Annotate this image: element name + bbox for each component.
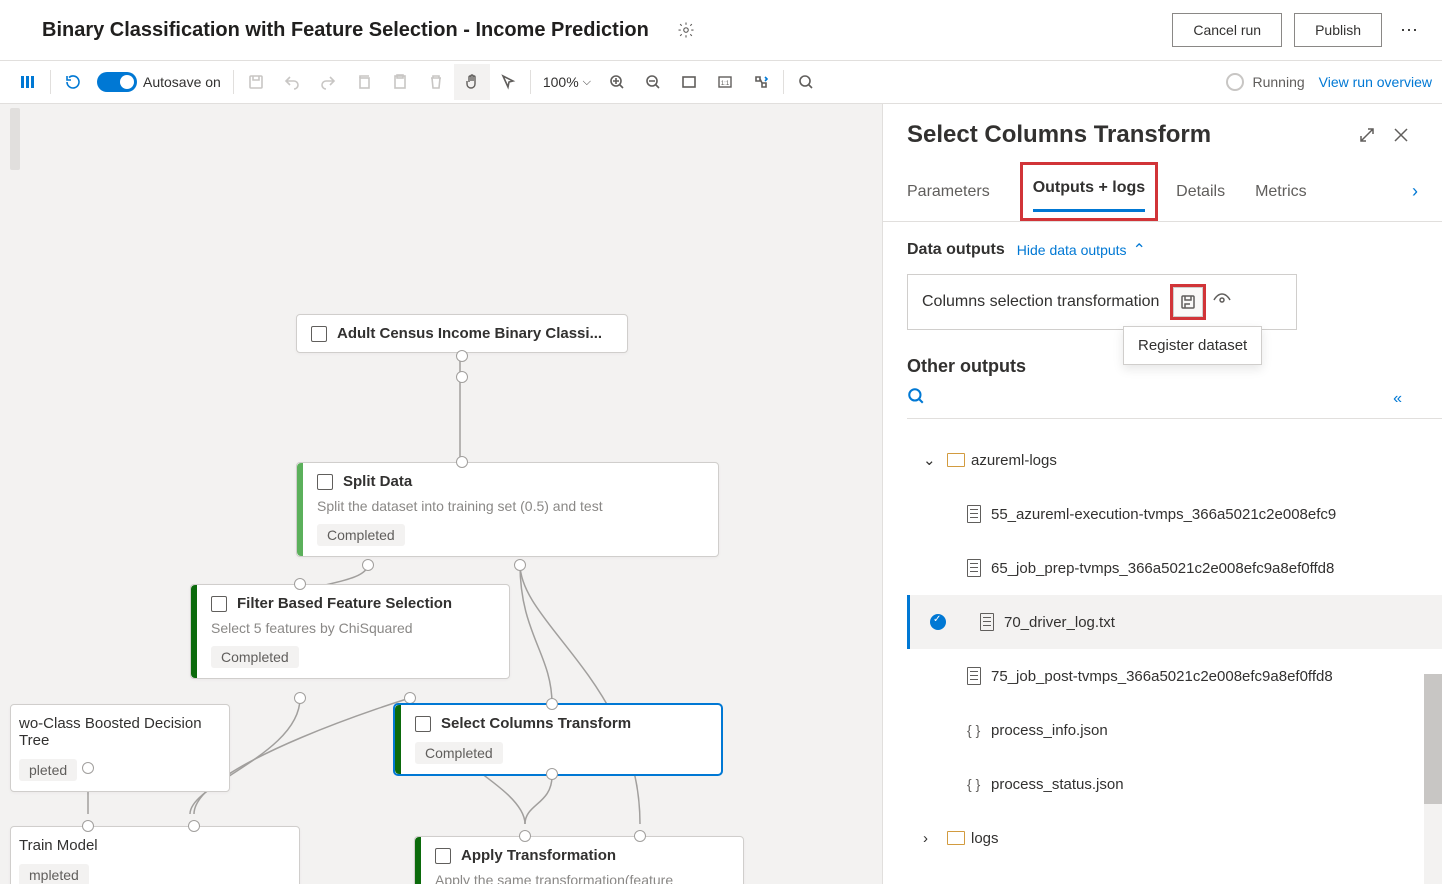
chevron-down-icon: ⌄: [923, 451, 947, 469]
paste-icon: [382, 64, 418, 100]
scrollbar[interactable]: [1424, 674, 1442, 884]
chevron-up-icon[interactable]: ⌃: [1133, 240, 1146, 260]
more-icon[interactable]: ⋯: [1400, 20, 1418, 41]
panel-title: Select Columns Transform: [907, 121, 1350, 149]
status-badge: Completed: [317, 524, 405, 546]
port[interactable]: [456, 456, 468, 468]
pan-icon[interactable]: [454, 64, 490, 100]
register-dataset-icon[interactable]: [1173, 287, 1203, 317]
gear-icon[interactable]: [677, 21, 695, 39]
status-running-label: Running: [1252, 74, 1304, 90]
tree-file[interactable]: 55_azureml-execution-tvmps_366a5021c2e00…: [907, 487, 1442, 541]
expand-icon[interactable]: [1350, 118, 1384, 152]
spinner-icon: [1226, 73, 1244, 91]
svg-text:1:1: 1:1: [721, 81, 730, 87]
node-filter-selection[interactable]: Filter Based Feature Selection Select 5 …: [190, 584, 510, 679]
autolayout-icon[interactable]: [743, 64, 779, 100]
tab-scroll-right-icon[interactable]: ›: [1412, 181, 1418, 202]
tab-details[interactable]: Details: [1176, 171, 1225, 213]
redo-icon: [310, 64, 346, 100]
node-split-data[interactable]: Split Data Split the dataset into traini…: [296, 462, 719, 557]
refresh-icon[interactable]: [55, 64, 91, 100]
dataset-icon: [311, 326, 327, 342]
split-icon: [317, 474, 333, 490]
transform-icon: [415, 716, 431, 732]
port[interactable]: [362, 559, 374, 571]
tooltip: Register dataset: [1123, 326, 1262, 365]
undo-icon: [274, 64, 310, 100]
autosave-toggle[interactable]: [97, 72, 137, 92]
fit-screen-icon[interactable]: [671, 64, 707, 100]
close-icon[interactable]: [1384, 118, 1418, 152]
panel-icon[interactable]: [10, 64, 46, 100]
tree-file[interactable]: 75_job_post-tvmps_366a5021c2e008efc9a8ef…: [907, 649, 1442, 703]
output-name: Columns selection transformation: [922, 293, 1159, 311]
search-icon[interactable]: [907, 387, 925, 410]
port[interactable]: [546, 698, 558, 710]
node-select-columns-transform[interactable]: Select Columns Transform Completed: [394, 704, 722, 775]
port[interactable]: [519, 830, 531, 842]
status-badge: pleted: [19, 759, 77, 781]
view-run-overview-link[interactable]: View run overview: [1319, 74, 1432, 90]
hide-data-outputs-link[interactable]: Hide data outputs: [1017, 242, 1127, 258]
port[interactable]: [404, 692, 416, 704]
node-dataset[interactable]: Adult Census Income Binary Classi...: [296, 314, 628, 353]
chevron-right-icon: ›: [923, 830, 947, 847]
check-icon: [930, 614, 946, 630]
file-icon: [980, 613, 994, 631]
tab-outputs-logs[interactable]: Outputs + logs: [1033, 167, 1145, 212]
port[interactable]: [634, 830, 646, 842]
delete-icon: [418, 64, 454, 100]
cancel-run-button[interactable]: Cancel run: [1172, 13, 1282, 47]
node-two-class-boosted[interactable]: wo-Class Boosted Decision Tree pleted: [10, 704, 230, 792]
tree-file[interactable]: 65_job_prep-tvmps_366a5021c2e008efc9a8ef…: [907, 541, 1442, 595]
json-icon: { }: [967, 776, 980, 792]
json-icon: { }: [967, 722, 980, 738]
preview-icon[interactable]: [1213, 293, 1231, 312]
port[interactable]: [546, 768, 558, 780]
port[interactable]: [82, 762, 94, 774]
actual-size-icon[interactable]: 1:1: [707, 64, 743, 100]
apply-icon: [435, 848, 451, 864]
status-badge: Completed: [211, 646, 299, 668]
folder-icon: [947, 831, 965, 845]
node-train-model[interactable]: Train Model mpleted: [10, 826, 300, 884]
tree-file[interactable]: { } process_info.json: [907, 703, 1442, 757]
status-badge: mpleted: [19, 864, 89, 884]
tree-file[interactable]: { } process_status.json: [907, 757, 1442, 811]
file-icon: [967, 505, 981, 523]
file-icon: [967, 559, 981, 577]
zoom-label[interactable]: 100%⌵: [543, 74, 591, 90]
node-apply-transformation[interactable]: Apply Transformation Apply the same tran…: [414, 836, 744, 884]
zoom-out-icon[interactable]: [635, 64, 671, 100]
search-icon[interactable]: [788, 64, 824, 100]
tree-folder-logs[interactable]: › logs: [907, 811, 1442, 865]
port[interactable]: [294, 578, 306, 590]
folder-icon: [947, 453, 965, 467]
publish-button[interactable]: Publish: [1294, 13, 1382, 47]
tab-parameters[interactable]: Parameters: [907, 171, 990, 213]
save-icon: [238, 64, 274, 100]
port[interactable]: [294, 692, 306, 704]
port[interactable]: [514, 559, 526, 571]
copy-icon: [346, 64, 382, 100]
tree-folder-azureml-logs[interactable]: ⌄ azureml-logs: [907, 433, 1442, 487]
port[interactable]: [456, 350, 468, 362]
tab-metrics[interactable]: Metrics: [1255, 171, 1307, 213]
port[interactable]: [188, 820, 200, 832]
zoom-in-icon[interactable]: [599, 64, 635, 100]
data-outputs-label: Data outputs: [907, 241, 1005, 259]
status-badge: Completed: [415, 742, 503, 764]
canvas-left-handle[interactable]: [10, 108, 20, 170]
port[interactable]: [456, 371, 468, 383]
file-icon: [967, 667, 981, 685]
filter-icon: [211, 596, 227, 612]
pointer-icon[interactable]: [490, 64, 526, 100]
autosave-label: Autosave on: [143, 74, 221, 90]
port[interactable]: [82, 820, 94, 832]
tree-file-selected[interactable]: 70_driver_log.txt: [907, 595, 1442, 649]
page-title: Binary Classification with Feature Selec…: [42, 19, 649, 42]
collapse-panel-icon[interactable]: «: [1393, 390, 1402, 408]
